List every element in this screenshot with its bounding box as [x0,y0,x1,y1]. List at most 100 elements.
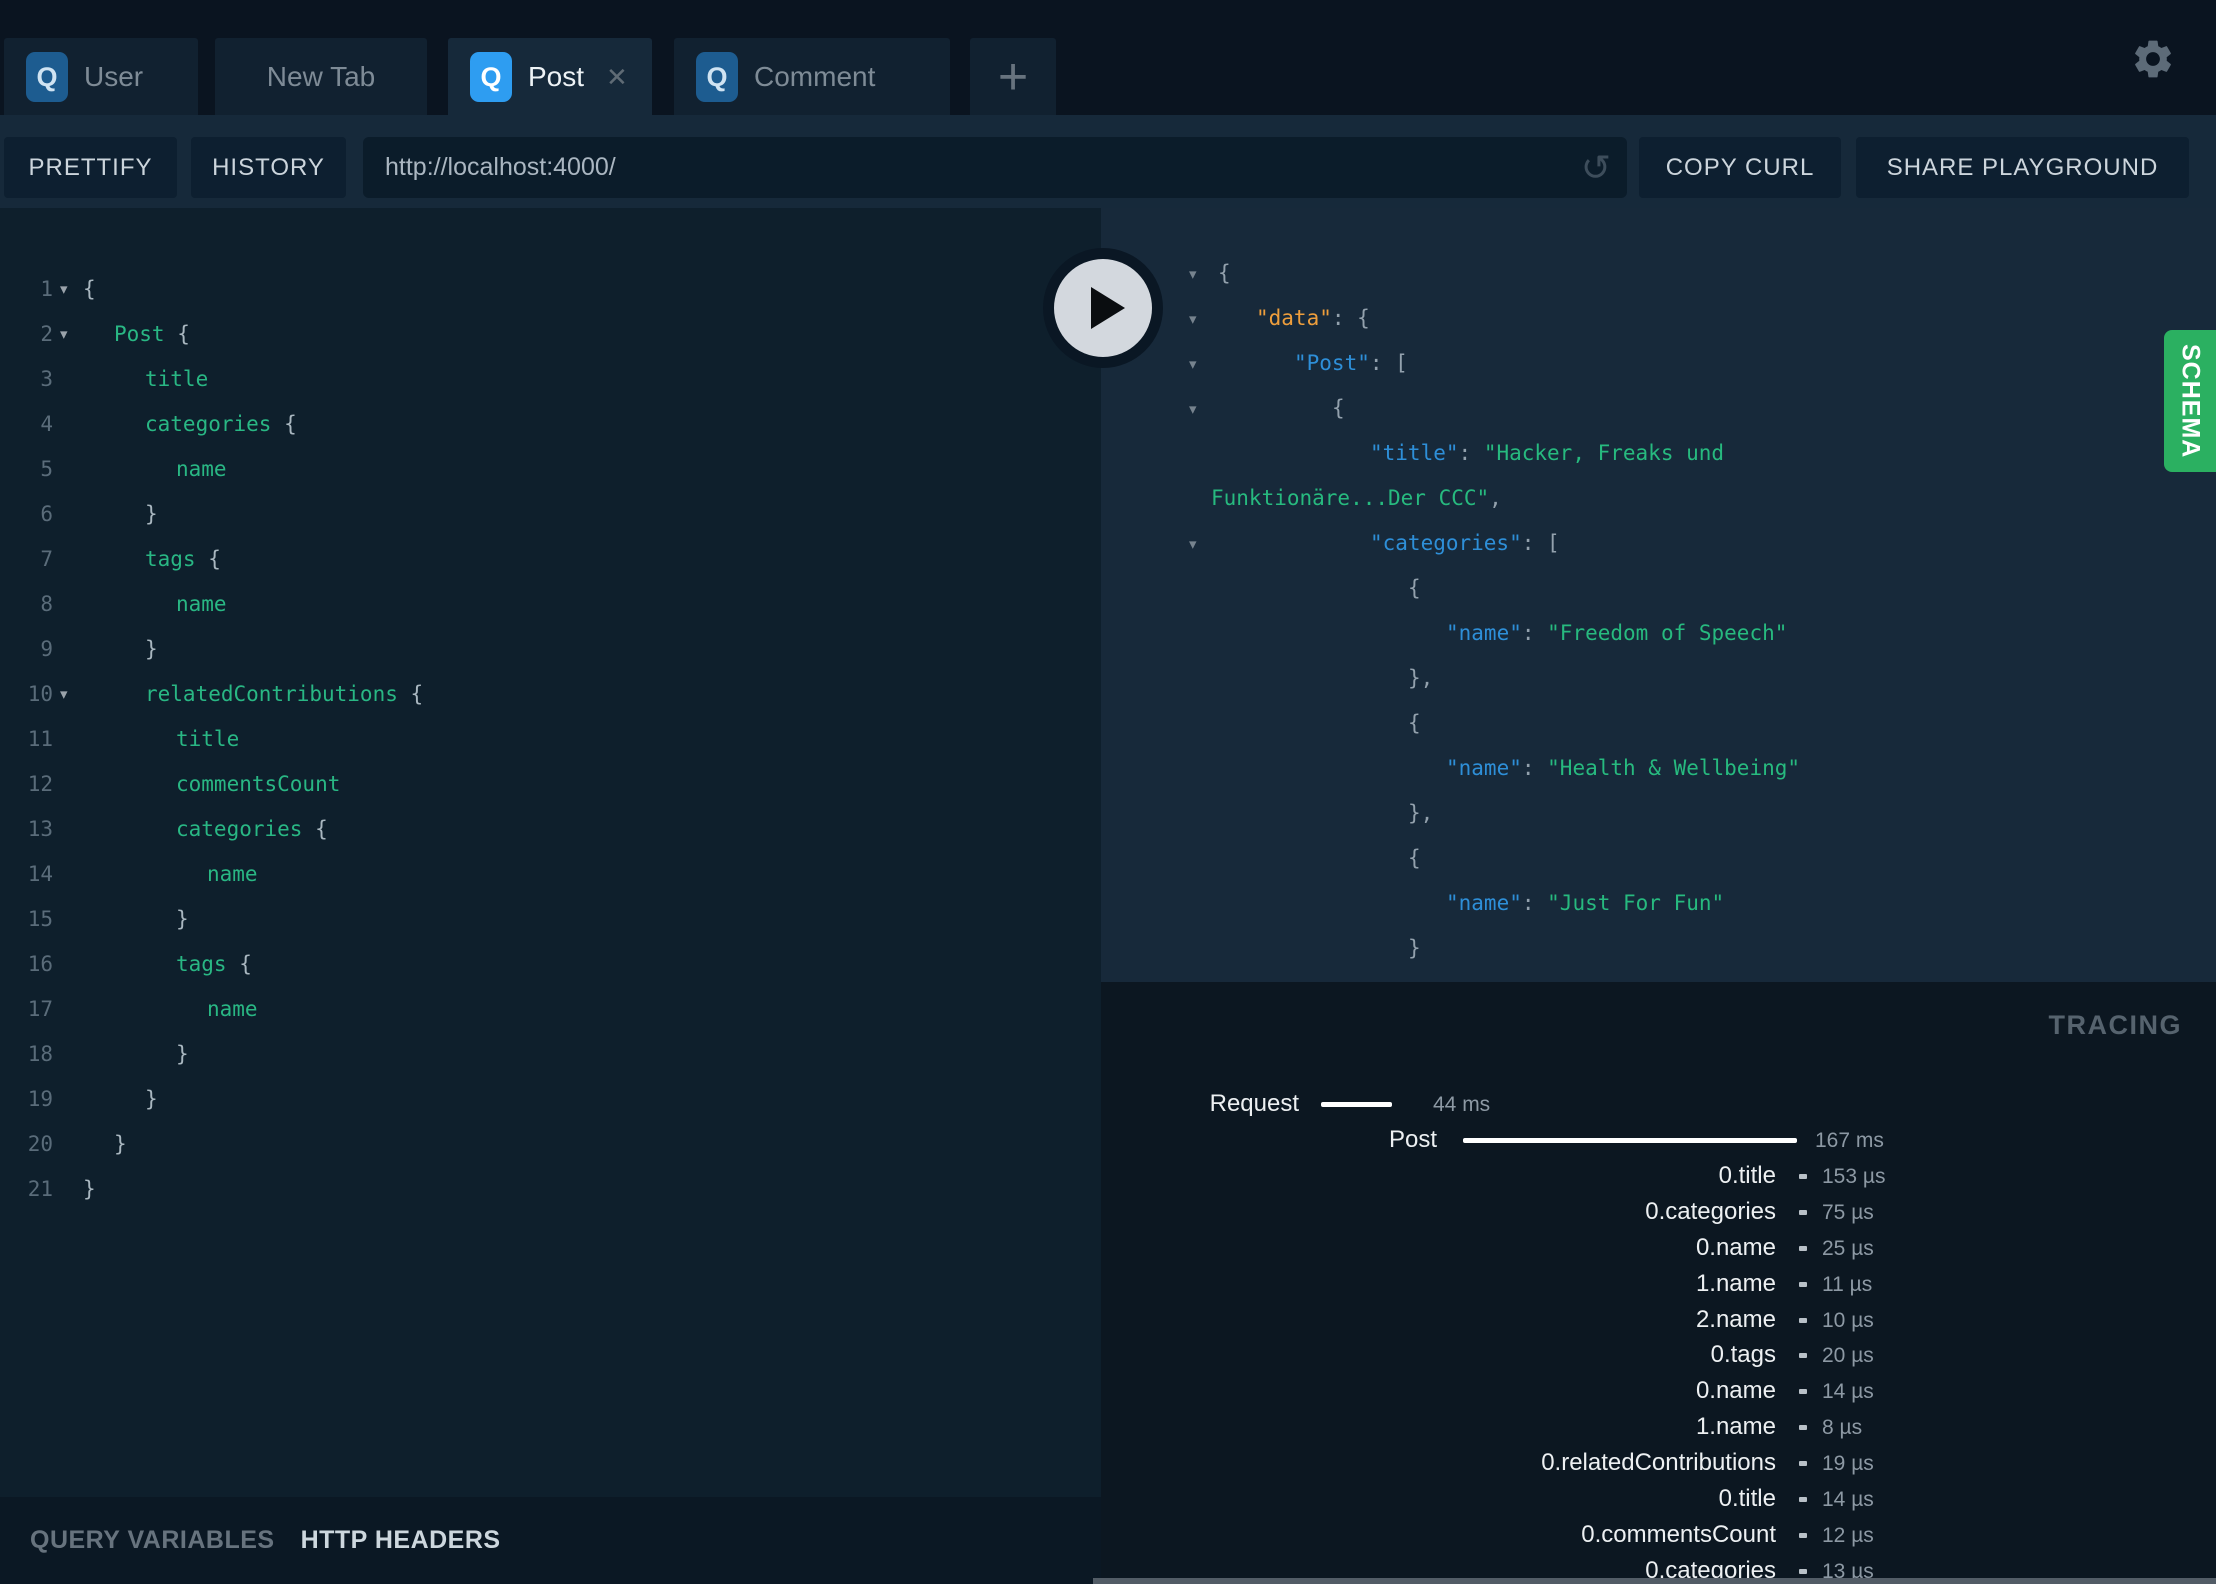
tab-label: Comment [754,61,876,92]
history-button[interactable]: HISTORY [191,137,346,198]
endpoint-url-text: http://localhost:4000/ [385,153,616,181]
code-token: title [176,726,240,751]
line-number: 19 [27,1086,53,1111]
trace-value: 25 µs [1822,1237,1874,1260]
fold-arrow-icon[interactable]: ▾ [53,280,83,298]
editor-line: 10 ▾ relatedContributions { [0,671,1101,716]
code-token: : [1521,891,1548,915]
editor-line: 15} [0,896,1101,941]
trace-row: 2.name 10 µs [1101,1305,2216,1335]
response-code: "Post": [ [1294,341,2216,386]
response-line: Funktionäre...Der CCC", [1101,476,2216,521]
trace-duration-tick [1799,1282,1807,1287]
code-token: : [ [1369,351,1408,375]
query-code: title [83,367,208,391]
response-code: Funktionäre...Der CCC", [1211,476,2216,521]
trace-label: 0.relatedContributions [1541,1449,1776,1476]
tab-post[interactable]: Q Post ✕ [448,38,652,116]
close-tab-icon[interactable]: ✕ [606,62,628,93]
trace-duration-tick [1799,1569,1807,1574]
response-code: "data": { [1256,296,2216,341]
share-playground-button[interactable]: SHARE PLAYGROUND [1856,137,2189,198]
editor-line: 21} [0,1166,1101,1211]
http-headers-tab[interactable]: HTTP HEADERS [301,1526,501,1555]
response-code: ] [1370,971,2216,982]
execute-button[interactable] [1043,248,1163,368]
query-editor[interactable]: 1 ▾{2 ▾ Post {3 title 4 categories {5 name 6} 7 ta… [0,208,1101,1497]
trace-value: 14 µs [1822,1488,1874,1511]
settings-gear-icon[interactable] [2130,36,2176,82]
response-line: ] [1101,971,2216,982]
collapse-arrow-icon[interactable]: ▾ [1189,355,1197,373]
trace-label: 2.name [1695,1306,1776,1333]
endpoint-url-input[interactable]: http://localhost:4000/ ↺ [363,137,1627,198]
line-number: 5 [40,456,53,481]
trace-value: 20 µs [1822,1344,1874,1367]
query-code: categories { [83,817,328,841]
code-token: } [1408,936,1421,960]
code-token: { [302,816,328,841]
tracing-panel: TRACING Request 44 ms Post 167 ms 0.title 153… [1101,982,2216,1584]
query-code: title [83,727,239,751]
editor-line: 19} [0,1076,1101,1121]
response-code: { [1408,566,2216,611]
query-type-badge: Q [696,52,738,102]
editor-line: 8 name [0,581,1101,626]
line-number: 4 [40,411,53,436]
trace-label: 0.commentsCount [1581,1521,1776,1548]
query-code: name [83,592,227,616]
tab-new-tab[interactable]: New Tab [215,38,427,116]
trace-label: Post [1388,1126,1437,1153]
new-tab-button[interactable]: + [970,38,1056,116]
line-number: 14 [27,861,53,886]
tab-label: Post [528,61,585,92]
tab-bar: Q User New Tab Q Post ✕ Q Comment + [0,0,2216,116]
collapse-arrow-icon[interactable]: ▾ [1189,535,1197,553]
response-code: } [1408,926,2216,971]
code-token: } [114,1131,127,1156]
editor-line: 11 title [0,716,1101,761]
prettify-button[interactable]: PRETTIFY [4,137,177,198]
code-token: { [1408,576,1421,600]
fold-arrow-icon[interactable]: ▾ [53,685,83,703]
fold-arrow-icon[interactable]: ▾ [53,325,83,343]
response-line: "name": "Health & Wellbeing" [1101,746,2216,791]
response-line: }, [1101,791,2216,836]
horizontal-scrollbar[interactable] [1093,1578,2216,1584]
line-number: 17 [27,996,53,1021]
code-token: { [1408,711,1421,735]
trace-value: 19 µs [1822,1452,1874,1475]
code-token: } [176,906,189,931]
collapse-arrow-icon[interactable]: ▾ [1189,400,1197,418]
trace-row: 0.title 14 µs [1101,1484,2216,1514]
code-token: : { [1331,306,1370,330]
code-token: commentsCount [176,771,341,796]
response-viewer: ▾{▾ "data": {▾ "Post": [▾{"title": "Hacker… [1101,208,2216,982]
tab-user[interactable]: Q User [4,38,198,116]
code-token: categories [176,816,303,841]
editor-line: 14 name [0,851,1101,896]
editor-line: 3 title [0,356,1101,401]
response-line: ▾ "Post": [ [1101,341,2216,386]
tracing-title: TRACING [2048,1010,2182,1040]
line-number: 10 [27,681,53,706]
collapse-arrow-icon[interactable]: ▾ [1189,310,1197,328]
copy-curl-button[interactable]: COPY CURL [1639,137,1841,198]
line-number: 2 [40,321,53,346]
editor-line: 9} [0,626,1101,671]
line-number: 6 [40,501,53,526]
response-line: ▾ "categories": [ [1101,521,2216,566]
response-code: { [1332,386,2216,431]
tab-comment[interactable]: Q Comment [674,38,950,116]
schema-tab[interactable]: SCHEMA [2164,330,2216,472]
line-number: 20 [27,1131,53,1156]
code-token: tags [145,546,196,571]
trace-row: 0.relatedContributions 19 µs [1101,1448,2216,1478]
code-token: , [1489,486,1502,510]
code-token: } [176,1041,189,1066]
editor-line: 12 commentsCount [0,761,1101,806]
editor-line: 6} [0,491,1101,536]
collapse-arrow-icon[interactable]: ▾ [1189,265,1197,283]
bottom-tab-bar: QUERY VARIABLES HTTP HEADERS [0,1497,1101,1584]
query-variables-tab[interactable]: QUERY VARIABLES [30,1526,275,1555]
